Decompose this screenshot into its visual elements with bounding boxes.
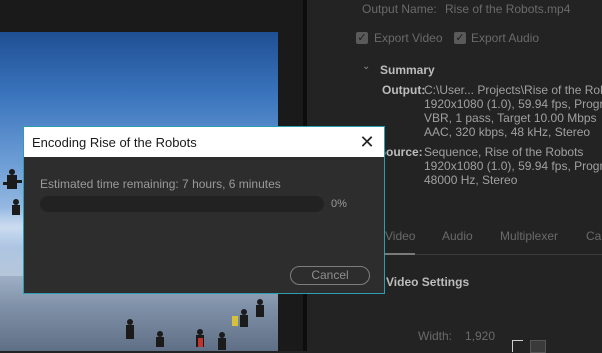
width-value[interactable]: 1,920 — [465, 329, 495, 343]
output-name-label: Output Name: — [362, 2, 437, 16]
link-dimensions-bracket — [512, 340, 523, 352]
output-name-link[interactable]: Rise of the Robots.mp4 — [445, 2, 570, 16]
width-label: Width: — [418, 329, 453, 343]
summary-collapse-icon[interactable]: ⌄ — [362, 61, 370, 72]
export-video-label: Export Video — [374, 31, 443, 45]
dialog-title: Encoding Rise of the Robots — [32, 135, 197, 150]
tab-audio[interactable]: Audio — [442, 229, 473, 243]
progress-percent: 0% — [331, 198, 347, 210]
source-line: Sequence, Rise of the Robots — [424, 145, 584, 159]
output-line: C:\User... Projects\Rise of the Robots — [424, 83, 602, 97]
tab-multiplexer[interactable]: Multiplexer — [500, 229, 558, 243]
dialog-titlebar[interactable]: Encoding Rise of the Robots ✕ — [24, 127, 384, 157]
export-audio-checkbox[interactable]: ✓ — [454, 32, 466, 44]
encoding-dialog: Encoding Rise of the Robots ✕ Estimated … — [23, 126, 385, 294]
source-line: 1920x1080 (1.0), 59.94 fps, Progressi — [424, 159, 602, 173]
summary-header: Summary — [380, 63, 435, 77]
link-dimensions-icon[interactable] — [530, 340, 546, 353]
tab-captions[interactable]: Cap — [586, 229, 602, 243]
output-label: Output: — [382, 83, 426, 97]
estimated-time-text: Estimated time remaining: 7 hours, 6 min… — [40, 177, 281, 191]
close-icon[interactable]: ✕ — [356, 131, 378, 153]
output-line: VBR, 1 pass, Target 10.00 Mbps — [424, 111, 597, 125]
output-line: AAC, 320 kbps, 48 kHz, Stereo — [424, 125, 591, 139]
tab-video[interactable]: Video — [385, 229, 415, 243]
export-video-checkbox[interactable]: ✓ — [356, 32, 368, 44]
export-audio-label: Export Audio — [471, 31, 540, 45]
output-line: 1920x1080 (1.0), 59.94 fps, Progressi — [424, 97, 602, 111]
source-line: 48000 Hz, Stereo — [424, 173, 518, 187]
video-settings-header: Video Settings — [386, 275, 470, 289]
encoding-progress-bar — [40, 196, 324, 212]
cancel-button[interactable]: Cancel — [290, 266, 370, 285]
